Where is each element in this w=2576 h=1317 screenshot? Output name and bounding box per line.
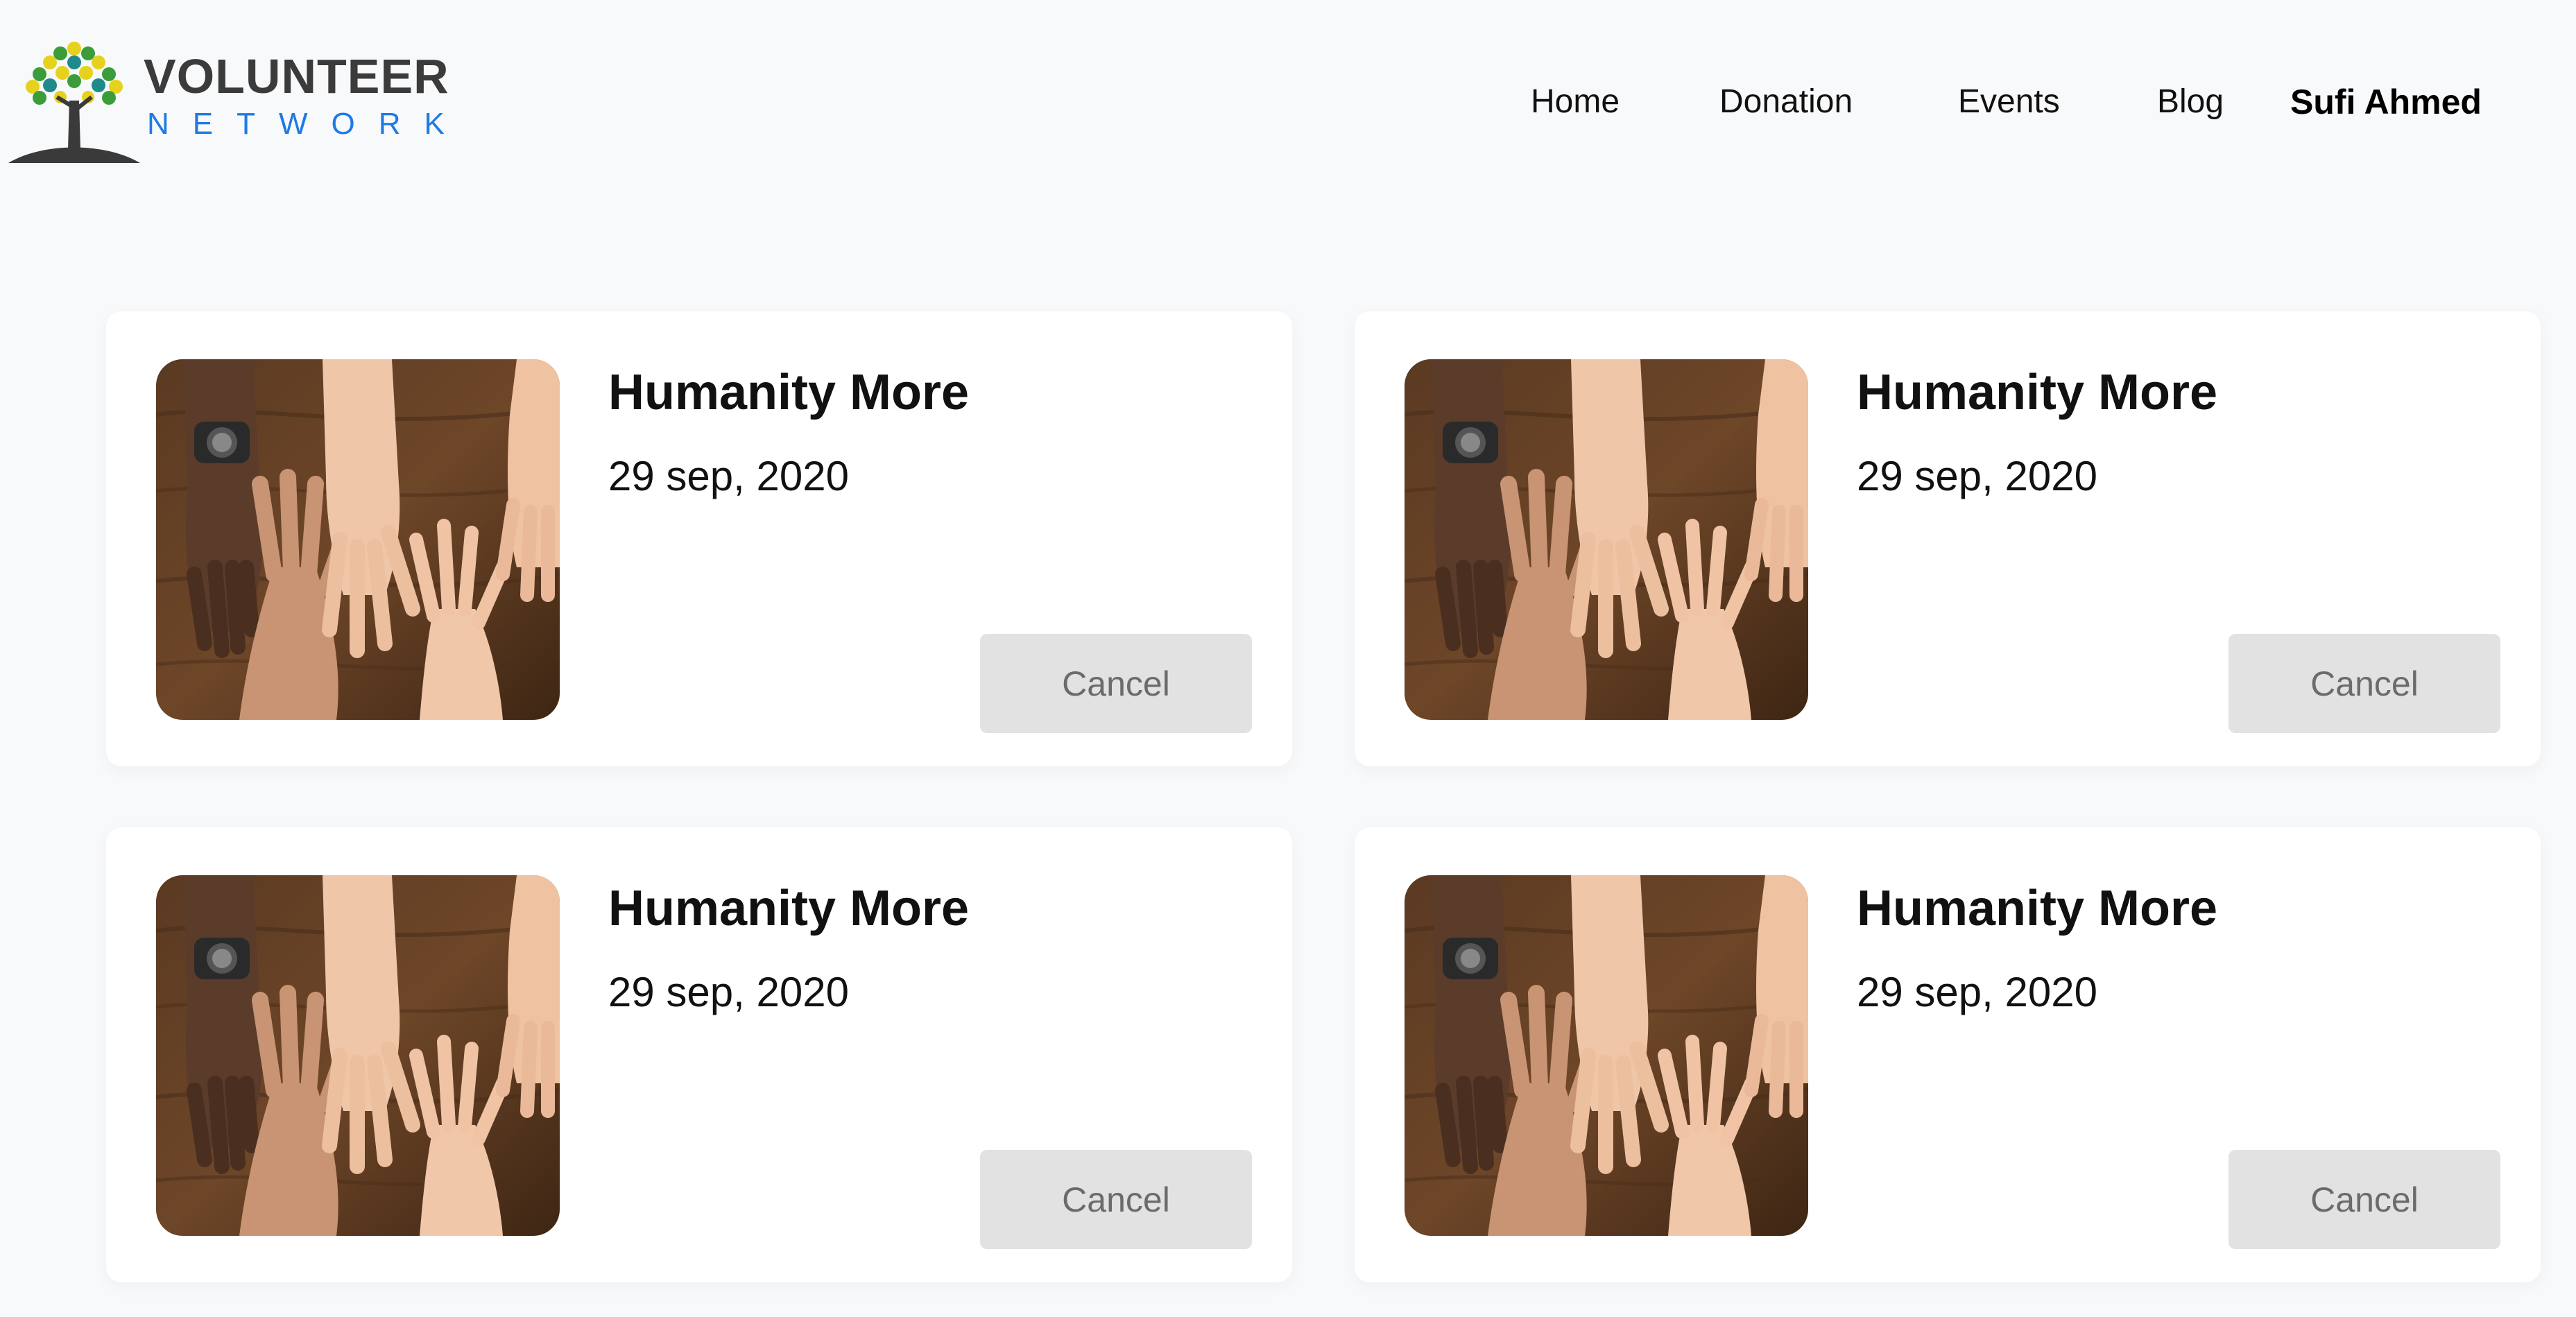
- main-nav: Home Donation Events Blog Sufi Ahmed: [0, 78, 2576, 126]
- event-date: 29 sep, 2020: [1857, 453, 2097, 499]
- hands-on-table-photo-icon: [1405, 875, 1808, 1236]
- event-card: Humanity More 29 sep, 2020 Cancel: [106, 311, 1292, 766]
- cancel-button[interactable]: Cancel: [980, 1150, 1252, 1249]
- event-card: Humanity More 29 sep, 2020 Cancel: [1355, 827, 2541, 1282]
- cancel-button[interactable]: Cancel: [2229, 1150, 2500, 1249]
- nav-home[interactable]: Home: [1531, 78, 1620, 126]
- event-title: Humanity More: [608, 365, 970, 420]
- nav-donation[interactable]: Donation: [1719, 78, 1853, 126]
- cancel-button[interactable]: Cancel: [980, 634, 1252, 733]
- hands-on-table-photo-icon: [156, 359, 560, 720]
- cancel-button[interactable]: Cancel: [2229, 634, 2500, 733]
- event-image: [156, 875, 560, 1236]
- event-date: 29 sep, 2020: [608, 969, 849, 1015]
- event-card: Humanity More 29 sep, 2020 Cancel: [106, 827, 1292, 1282]
- hands-on-table-photo-icon: [1405, 359, 1808, 720]
- event-title: Humanity More: [608, 881, 970, 936]
- user-name[interactable]: Sufi Ahmed: [2290, 78, 2482, 126]
- event-image: [156, 359, 560, 720]
- event-date: 29 sep, 2020: [608, 453, 849, 499]
- event-image: [1405, 875, 1808, 1236]
- event-card: Humanity More 29 sep, 2020 Cancel: [1355, 311, 2541, 766]
- site-header: VOLUNTEER NETWORK Home Donation Events B…: [0, 0, 2576, 180]
- nav-events[interactable]: Events: [1958, 78, 2060, 126]
- event-date: 29 sep, 2020: [1857, 969, 2097, 1015]
- nav-blog[interactable]: Blog: [2157, 78, 2224, 126]
- event-image: [1405, 359, 1808, 720]
- event-title: Humanity More: [1857, 365, 2218, 420]
- hands-on-table-photo-icon: [156, 875, 560, 1236]
- event-title: Humanity More: [1857, 881, 2218, 936]
